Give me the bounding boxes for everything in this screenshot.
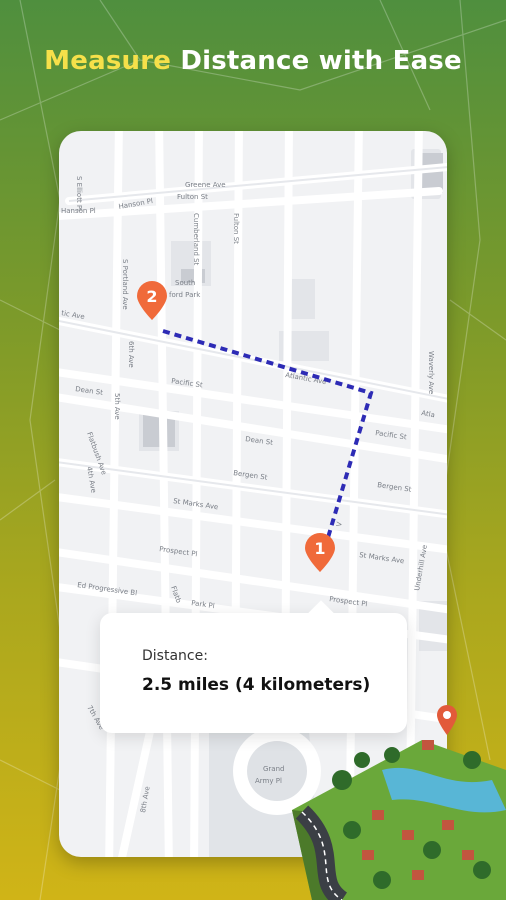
distance-value: 2.5 miles (4 kilometers) bbox=[142, 675, 371, 695]
street-label: Pacific St bbox=[375, 429, 408, 441]
location-pin-icon bbox=[437, 705, 457, 735]
street-label: Fulton St bbox=[232, 213, 240, 244]
street-label: 6th Ave bbox=[127, 341, 135, 368]
street-label: S Elliott Pl bbox=[75, 176, 83, 211]
street-label: V bbox=[335, 521, 344, 527]
pin-number: 2 bbox=[146, 287, 158, 306]
street-label: St Marks Ave bbox=[359, 551, 405, 565]
street-label: Dean St bbox=[245, 435, 274, 447]
headline: Measure Distance with Ease bbox=[0, 46, 506, 76]
map-pin-start[interactable]: 2 bbox=[135, 281, 169, 321]
street-label: Greene Ave bbox=[185, 181, 226, 189]
pin-number: 1 bbox=[314, 539, 326, 558]
headline-accent: Measure bbox=[44, 46, 172, 76]
street-label: Bergen St bbox=[377, 481, 412, 494]
street-label: ford Park bbox=[169, 291, 201, 299]
street-label: Cumberland St bbox=[192, 213, 200, 266]
street-label: Fulton St bbox=[177, 193, 208, 201]
street-label: Hanson Pl bbox=[61, 207, 96, 215]
distance-label: Distance: bbox=[142, 648, 208, 664]
street-label: Atla bbox=[421, 409, 436, 419]
headline-rest: Distance with Ease bbox=[171, 46, 462, 76]
street-label: South bbox=[175, 279, 195, 287]
street-label: Dean St bbox=[75, 385, 104, 397]
street-label: S Portland Ave bbox=[121, 259, 129, 310]
street-label: Waverly Ave bbox=[427, 351, 435, 394]
map-pin-end[interactable]: 1 bbox=[303, 533, 337, 573]
island-illustration bbox=[292, 705, 506, 900]
street-label: 5th Ave bbox=[113, 393, 121, 420]
